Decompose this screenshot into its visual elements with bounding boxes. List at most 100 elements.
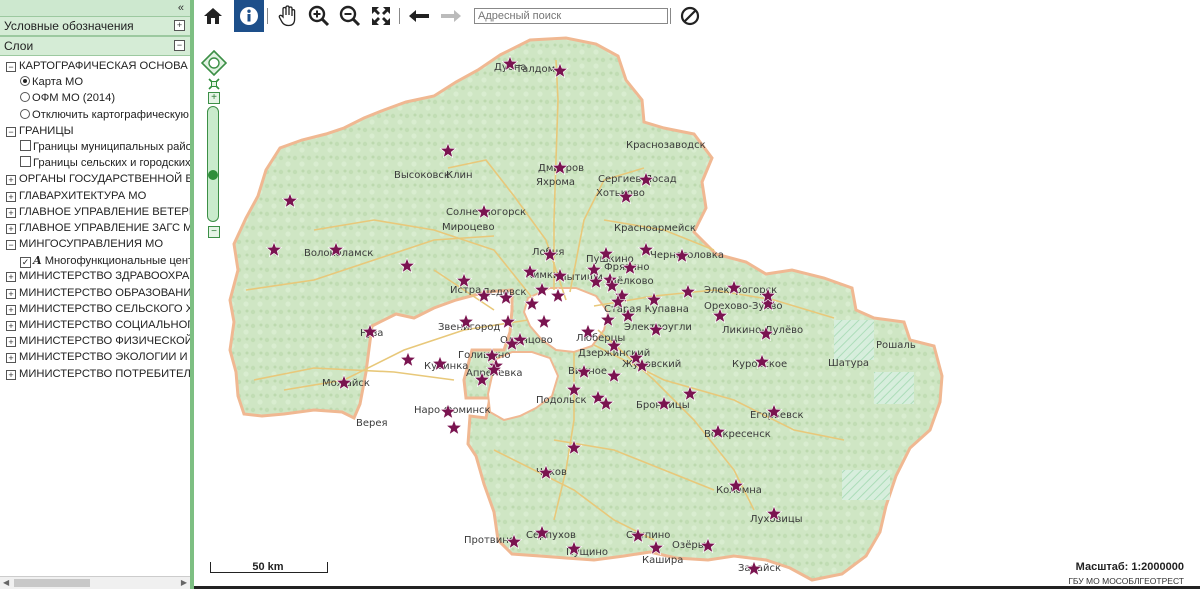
expand-plus-icon[interactable]: +: [6, 207, 16, 218]
layer-group-row[interactable]: +ОРГАНЫ ГОСУДАРСТВЕННОЙ ВЛАСТИ МО: [6, 171, 190, 187]
layer-group-row[interactable]: +МИНИСТЕРСТВО ОБРАЗОВАНИЯ МО: [6, 285, 190, 301]
layer-group-row[interactable]: − ГРАНИЦЫ: [6, 123, 190, 139]
town-label: Рошаль: [876, 340, 916, 351]
scale-bar-label: 50 km: [252, 561, 284, 573]
info-button[interactable]: [234, 0, 264, 32]
collapse-minus-icon[interactable]: −: [6, 62, 16, 72]
basemap-radio[interactable]: [20, 76, 30, 87]
layer-group-row[interactable]: +МИНИСТЕРСТВО ПОТРЕБИТЕЛЬСКОГО РЫНКА МО: [6, 366, 190, 382]
layers-panel-header[interactable]: Слои −: [0, 36, 190, 56]
layer-group-row[interactable]: − МИНГОСУПРАВЛЕНИЯ МО: [6, 236, 190, 252]
layer-group-row[interactable]: +МИНИСТЕРСТВО ЭКОЛОГИИ И ПРИРОДОПОЛЬЗОВА…: [6, 349, 190, 365]
collapse-minus-icon[interactable]: −: [6, 126, 16, 137]
zoom-extent-icon[interactable]: [208, 78, 220, 90]
zoom-slider-track[interactable]: [207, 106, 219, 222]
full-extent-button[interactable]: [366, 0, 396, 32]
expand-plus-icon[interactable]: +: [6, 223, 16, 234]
collapse-minus-icon[interactable]: −: [174, 40, 185, 51]
town-label: Клин: [446, 170, 473, 181]
map-canvas[interactable]: ДубнаТалдомДмитровЯхромаКрасноармейскСер…: [194, 0, 1200, 589]
town-label: Истра: [450, 285, 481, 296]
clear-button[interactable]: [675, 0, 705, 32]
collapse-minus-icon[interactable]: −: [6, 240, 16, 251]
layer-group-row[interactable]: +МИНИСТЕРСТВО СЕЛЬСКОГО ХОЗЯЙСТВА МО: [6, 301, 190, 317]
layer-group-row[interactable]: +ГЛАВНОЕ УПРАВЛЕНИЕ ВЕТЕРИНАРИИ МО: [6, 204, 190, 220]
expand-plus-icon[interactable]: +: [6, 369, 16, 380]
expand-plus-icon[interactable]: +: [174, 20, 185, 31]
label-layer-icon: A: [33, 253, 42, 268]
expand-plus-icon[interactable]: +: [6, 272, 16, 283]
layer-checkbox[interactable]: ✓: [20, 257, 31, 269]
layers-sidebar: « Условные обозначения + Слои − − КАРТОГР…: [0, 0, 190, 589]
zoom-slider-minus-button[interactable]: −: [208, 226, 220, 238]
layer-group-row[interactable]: +МИНИСТЕРСТВО ЗДРАВООХРАНЕНИЯ МО: [6, 268, 190, 284]
town-label: Хотьково: [596, 188, 645, 199]
town-label: Шатура: [828, 358, 869, 369]
double-chevron-left-icon: «: [177, 2, 184, 14]
scale-ratio-text: Масштаб: 1:2000000: [1075, 561, 1184, 573]
layers-header-label: Слои: [4, 39, 34, 53]
layer-checkbox[interactable]: [20, 139, 31, 151]
zoom-slider-plus-button[interactable]: +: [208, 92, 220, 104]
zoom-in-icon: [308, 5, 330, 27]
layer-label: Границы муниципальных районов и городски…: [33, 140, 190, 153]
layer-item-row[interactable]: Границы сельских и городских поселений: [6, 155, 190, 171]
expand-plus-icon[interactable]: +: [6, 191, 16, 202]
layer-label: ГЛАВНОЕ УПРАВЛЕНИЕ ЗАГС МО: [19, 221, 190, 234]
map-toolbar: [194, 0, 1200, 32]
scrollbar-thumb[interactable]: [14, 579, 90, 587]
layer-group-row[interactable]: +МИНИСТЕРСТВО СОЦИАЛЬНОГО РАЗВИТИЯ МО: [6, 317, 190, 333]
expand-plus-icon[interactable]: +: [6, 175, 16, 186]
layer-item-row[interactable]: ✓AМногофункциональные центры: [6, 252, 190, 269]
town-label: Кашира: [642, 555, 683, 566]
horizontal-scrollbar[interactable]: ◀ ▶: [0, 576, 190, 589]
pan-icon: [278, 5, 296, 27]
layer-label: Отключить картографическую основу: [32, 108, 190, 121]
layer-checkbox[interactable]: [20, 156, 31, 168]
layer-item-row[interactable]: ОФМ МО (2014): [6, 90, 190, 106]
layer-label: МИНИСТЕРСТВО СОЦИАЛЬНОГО РАЗВИТИЯ МО: [19, 319, 190, 331]
expand-plus-icon[interactable]: +: [6, 353, 16, 364]
scroll-right-icon[interactable]: ▶: [181, 577, 187, 589]
layer-label: КАРТОГРАФИЧЕСКАЯ ОСНОВА: [19, 60, 188, 72]
basemap-radio[interactable]: [20, 92, 30, 103]
town-label: Озёры: [672, 540, 706, 551]
layer-item-row[interactable]: Карта МО: [6, 74, 190, 90]
layer-label: Многофункциональные центры: [44, 255, 190, 268]
protected-area: [834, 320, 874, 360]
town-label: Высоковск: [394, 170, 450, 181]
collapse-sidebar-button[interactable]: «: [0, 0, 190, 16]
zoom-slider-handle[interactable]: [208, 170, 218, 180]
layer-group-row[interactable]: +МИНИСТЕРСТВО ФИЗИЧЕСКОЙ КУЛЬТУРЫ МО: [6, 333, 190, 349]
forward-button[interactable]: [436, 0, 466, 32]
expand-plus-icon[interactable]: +: [6, 337, 16, 348]
layer-label: МИНГОСУПРАВЛЕНИЯ МО: [19, 238, 164, 251]
pan-button[interactable]: [272, 0, 302, 32]
expand-plus-icon[interactable]: +: [6, 321, 16, 331]
layer-group-row[interactable]: + ГЛАВНОЕ УПРАВЛЕНИЕ ЗАГС МО: [6, 220, 190, 236]
layer-group-row[interactable]: + ГЛАВАРХИТЕКТУРА МО: [6, 188, 190, 204]
map-credit: ГБУ МО МОСОБЛГЕОТРЕСТ: [1068, 576, 1184, 586]
basemap-radio[interactable]: [20, 108, 30, 119]
expand-plus-icon[interactable]: +: [6, 288, 16, 299]
mfc-star-marker[interactable]: [445, 419, 463, 436]
expand-plus-icon[interactable]: +: [6, 304, 16, 315]
layer-item-row[interactable]: Границы муниципальных районов и городски…: [6, 139, 190, 155]
address-search-input[interactable]: [474, 8, 668, 24]
zoom-in-button[interactable]: [304, 0, 334, 32]
layer-item-row[interactable]: Отключить картографическую основу: [6, 107, 190, 123]
layer-label: ОФМ МО (2014): [32, 92, 116, 105]
layer-label: МИНИСТЕРСТВО ПОТРЕБИТЕЛЬСКОГО РЫНКА МО: [19, 367, 190, 380]
pan-navigation-icon[interactable]: [201, 50, 227, 76]
back-button[interactable]: [404, 0, 434, 32]
scroll-left-icon[interactable]: ◀: [3, 577, 9, 589]
layer-label: ГЛАВАРХИТЕКТУРА МО: [19, 189, 147, 202]
home-button[interactable]: [198, 0, 228, 32]
layer-group-row[interactable]: − КАРТОГРАФИЧЕСКАЯ ОСНОВА: [6, 58, 190, 74]
mfc-star-marker[interactable]: [399, 351, 417, 368]
protected-area: [842, 470, 890, 500]
home-icon: [204, 8, 222, 24]
zoom-out-button[interactable]: [335, 0, 365, 32]
protected-area: [874, 372, 914, 404]
legend-panel-header[interactable]: Условные обозначения +: [0, 16, 190, 36]
